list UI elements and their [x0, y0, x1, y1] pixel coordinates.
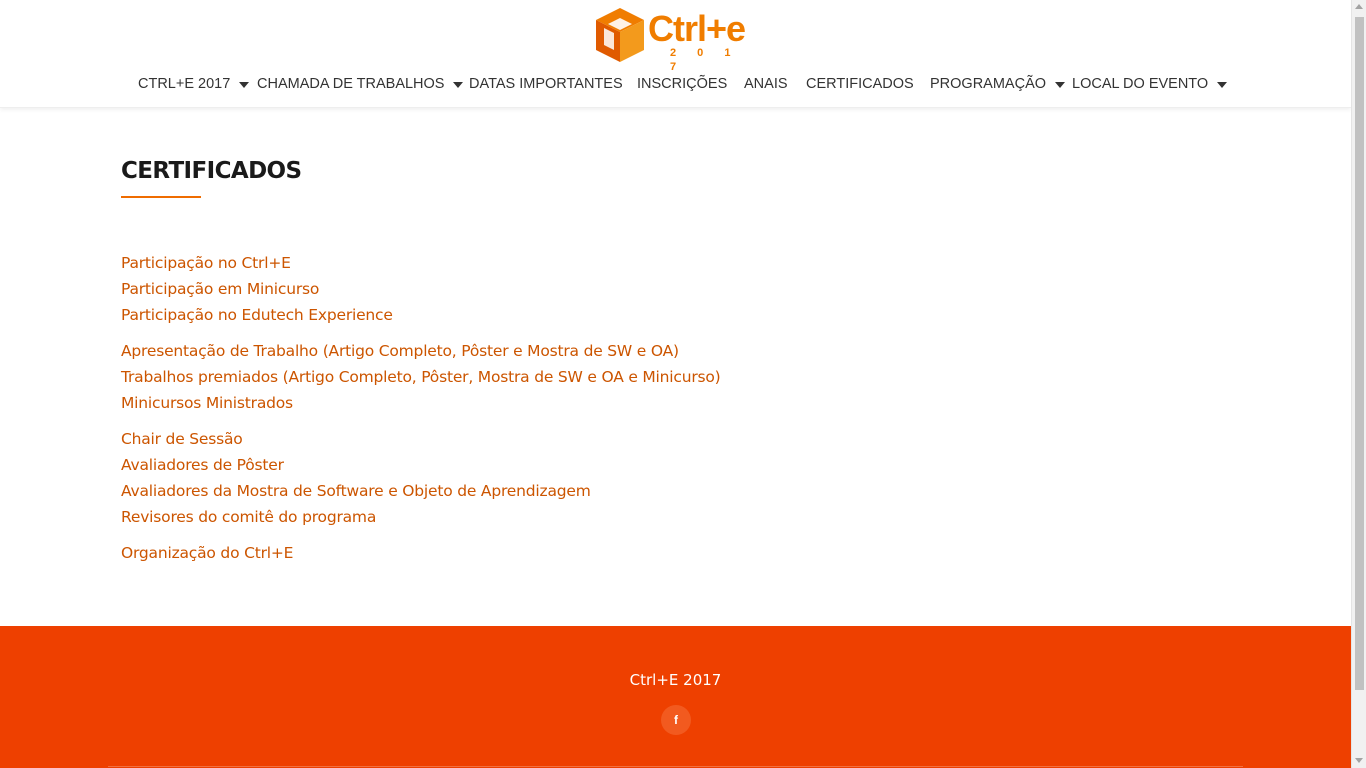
page: Ctrl+e 2 0 1 7 CTRL+E 2017 CHAMADA DE TR… [0, 0, 1351, 768]
isometric-cube-logo-icon [596, 8, 644, 62]
nav-item-label: CERTIFICADOS [806, 76, 914, 92]
link-group-avaliadores: Chair de Sessão Avaliadores de Pôster Av… [121, 426, 921, 530]
page-title: CERTIFICADOS [121, 158, 302, 184]
footer-divider [108, 766, 1243, 767]
facebook-button[interactable]: f [661, 705, 691, 735]
main-nav: CTRL+E 2017 CHAMADA DE TRABALHOS DATAS I… [0, 70, 1351, 98]
nav-item-anais[interactable]: ANAIS [744, 70, 788, 98]
caret-down-icon [1055, 82, 1066, 88]
link-group-organizacao: Organização do Ctrl+E [121, 540, 921, 566]
link-trabalhos-premiados[interactable]: Trabalhos premiados (Artigo Completo, Pô… [121, 364, 921, 390]
link-group-participacao: Participação no Ctrl+E Participação em M… [121, 250, 921, 328]
link-chair-sessao[interactable]: Chair de Sessão [121, 426, 921, 452]
site-footer: Ctrl+E 2017 f [0, 626, 1351, 768]
nav-item-chamada-de-trabalhos[interactable]: CHAMADA DE TRABALHOS [257, 70, 464, 98]
link-organizacao-ctrle[interactable]: Organização do Ctrl+E [121, 540, 921, 566]
caret-down-icon [239, 82, 250, 88]
facebook-icon: f [674, 713, 678, 727]
link-minicursos-ministrados[interactable]: Minicursos Ministrados [121, 390, 921, 416]
link-participacao-minicurso[interactable]: Participação em Minicurso [121, 276, 921, 302]
nav-item-label: PROGRAMAÇÃO [930, 76, 1047, 92]
nav-item-label: INSCRIÇÕES [637, 76, 728, 92]
footer-text: Ctrl+E 2017 [629, 671, 722, 689]
caret-down-icon [453, 82, 464, 88]
nav-item-programacao[interactable]: PROGRAMAÇÃO [930, 70, 1066, 98]
nav-item-ctrle-2017[interactable]: CTRL+E 2017 [138, 70, 250, 98]
link-apresentacao-trabalho[interactable]: Apresentação de Trabalho (Artigo Complet… [121, 338, 921, 364]
nav-item-label: CTRL+E 2017 [138, 76, 231, 92]
nav-item-label: CHAMADA DE TRABALHOS [257, 76, 445, 92]
link-participacao-ctrle[interactable]: Participação no Ctrl+E [121, 250, 921, 276]
nav-item-certificados[interactable]: CERTIFICADOS [806, 70, 914, 98]
nav-item-datas-importantes[interactable]: DATAS IMPORTANTES [469, 70, 623, 98]
nav-item-label: LOCAL DO EVENTO [1072, 76, 1209, 92]
certificate-links: Participação no Ctrl+E Participação em M… [121, 250, 921, 576]
link-revisores-comite[interactable]: Revisores do comitê do programa [121, 504, 921, 530]
scroll-down-arrow-icon[interactable] [1355, 758, 1363, 763]
logo-text: Ctrl+e [648, 8, 746, 49]
link-group-trabalhos: Apresentação de Trabalho (Artigo Complet… [121, 338, 921, 416]
nav-item-local-do-evento[interactable]: LOCAL DO EVENTO [1072, 70, 1228, 98]
link-participacao-edutech[interactable]: Participação no Edutech Experience [121, 302, 921, 328]
nav-item-label: ANAIS [744, 76, 788, 92]
link-avaliadores-poster[interactable]: Avaliadores de Pôster [121, 452, 921, 478]
scrollbar-thumb[interactable] [1355, 17, 1364, 690]
caret-down-icon [1217, 82, 1228, 88]
vertical-scrollbar[interactable] [1351, 0, 1366, 768]
nav-item-label: DATAS IMPORTANTES [469, 76, 623, 92]
site-header: Ctrl+e 2 0 1 7 CTRL+E 2017 CHAMADA DE TR… [0, 0, 1351, 108]
link-avaliadores-mostra[interactable]: Avaliadores da Mostra de Software e Obje… [121, 478, 921, 504]
nav-item-inscricoes[interactable]: INSCRIÇÕES [637, 70, 727, 98]
scroll-up-arrow-icon[interactable] [1355, 4, 1363, 9]
title-underline [121, 196, 201, 198]
site-logo[interactable]: Ctrl+e 2 0 1 7 [596, 6, 748, 73]
